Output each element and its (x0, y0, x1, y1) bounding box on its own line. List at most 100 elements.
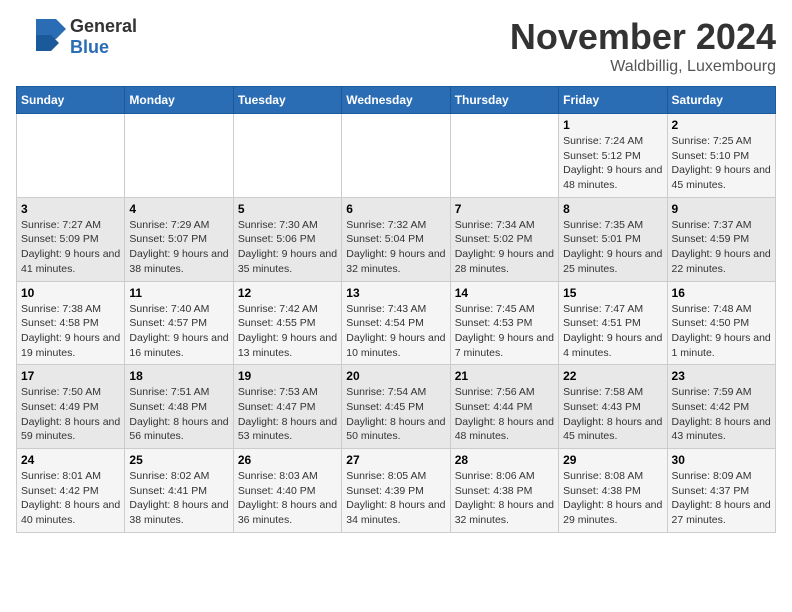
day-number: 30 (672, 453, 771, 467)
day-info: Sunrise: 7:48 AM Sunset: 4:50 PM Dayligh… (672, 302, 771, 361)
day-info: Sunrise: 7:45 AM Sunset: 4:53 PM Dayligh… (455, 302, 554, 361)
day-number: 5 (238, 202, 337, 216)
day-info: Sunrise: 7:32 AM Sunset: 5:04 PM Dayligh… (346, 218, 445, 277)
day-number: 8 (563, 202, 662, 216)
calendar-day: 19 Sunrise: 7:53 AM Sunset: 4:47 PM Dayli… (233, 365, 341, 449)
calendar-table: SundayMondayTuesdayWednesdayThursdayFrid… (16, 86, 776, 533)
calendar-day: 2 Sunrise: 7:25 AM Sunset: 5:10 PM Daylig… (667, 114, 775, 198)
day-info: Sunrise: 8:01 AM Sunset: 4:42 PM Dayligh… (21, 469, 120, 528)
day-info: Sunrise: 7:50 AM Sunset: 4:49 PM Dayligh… (21, 385, 120, 444)
logo-icon (16, 17, 66, 57)
day-info: Sunrise: 8:03 AM Sunset: 4:40 PM Dayligh… (238, 469, 337, 528)
day-info: Sunrise: 7:58 AM Sunset: 4:43 PM Dayligh… (563, 385, 662, 444)
calendar-week-3: 10 Sunrise: 7:38 AM Sunset: 4:58 PM Dayli… (17, 281, 776, 365)
calendar-day: 27 Sunrise: 8:05 AM Sunset: 4:39 PM Dayli… (342, 449, 450, 533)
day-info: Sunrise: 7:54 AM Sunset: 4:45 PM Dayligh… (346, 385, 445, 444)
calendar-week-5: 24 Sunrise: 8:01 AM Sunset: 4:42 PM Dayli… (17, 449, 776, 533)
calendar-day: 16Sunrise: 7:48 AM Sunset: 4:50 PM Dayli… (667, 281, 775, 365)
day-number: 23 (672, 369, 771, 383)
logo: GeneralBlue (16, 16, 137, 58)
calendar-day (450, 114, 558, 198)
day-number: 14 (455, 286, 554, 300)
day-number: 28 (455, 453, 554, 467)
day-number: 1 (563, 118, 662, 132)
column-header-saturday: Saturday (667, 87, 775, 114)
column-header-friday: Friday (559, 87, 667, 114)
day-number: 12 (238, 286, 337, 300)
calendar-day: 3 Sunrise: 7:27 AM Sunset: 5:09 PM Daylig… (17, 197, 125, 281)
day-number: 6 (346, 202, 445, 216)
day-info: Sunrise: 7:53 AM Sunset: 4:47 PM Dayligh… (238, 385, 337, 444)
column-header-thursday: Thursday (450, 87, 558, 114)
day-number: 4 (129, 202, 228, 216)
page-header: GeneralBlue November 2024 Waldbillig, Lu… (16, 16, 776, 76)
calendar-title-area: November 2024 Waldbillig, Luxembourg (510, 16, 776, 76)
day-number: 7 (455, 202, 554, 216)
day-info: Sunrise: 7:47 AM Sunset: 4:51 PM Dayligh… (563, 302, 662, 361)
day-number: 19 (238, 369, 337, 383)
day-info: Sunrise: 7:29 AM Sunset: 5:07 PM Dayligh… (129, 218, 228, 277)
day-info: Sunrise: 7:43 AM Sunset: 4:54 PM Dayligh… (346, 302, 445, 361)
day-info: Sunrise: 8:06 AM Sunset: 4:38 PM Dayligh… (455, 469, 554, 528)
day-info: Sunrise: 8:09 AM Sunset: 4:37 PM Dayligh… (672, 469, 771, 528)
calendar-day: 8 Sunrise: 7:35 AM Sunset: 5:01 PM Daylig… (559, 197, 667, 281)
calendar-day: 10 Sunrise: 7:38 AM Sunset: 4:58 PM Dayli… (17, 281, 125, 365)
calendar-day: 28 Sunrise: 8:06 AM Sunset: 4:38 PM Dayli… (450, 449, 558, 533)
logo-blue: Blue (70, 37, 109, 57)
calendar-day (125, 114, 233, 198)
calendar-day: 21 Sunrise: 7:56 AM Sunset: 4:44 PM Dayli… (450, 365, 558, 449)
calendar-day: 7 Sunrise: 7:34 AM Sunset: 5:02 PM Daylig… (450, 197, 558, 281)
day-number: 29 (563, 453, 662, 467)
calendar-day: 29 Sunrise: 8:08 AM Sunset: 4:38 PM Dayli… (559, 449, 667, 533)
month-year-title: November 2024 (510, 16, 776, 58)
logo-general: General (70, 16, 137, 36)
day-number: 26 (238, 453, 337, 467)
calendar-day: 11Sunrise: 7:40 AM Sunset: 4:57 PM Dayli… (125, 281, 233, 365)
day-number: 10 (21, 286, 120, 300)
calendar-day: 6 Sunrise: 7:32 AM Sunset: 5:04 PM Daylig… (342, 197, 450, 281)
day-info: Sunrise: 7:30 AM Sunset: 5:06 PM Dayligh… (238, 218, 337, 277)
day-info: Sunrise: 7:42 AM Sunset: 4:55 PM Dayligh… (238, 302, 337, 361)
day-number: 2 (672, 118, 771, 132)
day-number: 24 (21, 453, 120, 467)
day-info: Sunrise: 7:56 AM Sunset: 4:44 PM Dayligh… (455, 385, 554, 444)
day-number: 9 (672, 202, 771, 216)
day-info: Sunrise: 8:05 AM Sunset: 4:39 PM Dayligh… (346, 469, 445, 528)
day-info: Sunrise: 7:27 AM Sunset: 5:09 PM Dayligh… (21, 218, 120, 277)
day-number: 21 (455, 369, 554, 383)
calendar-day: 13Sunrise: 7:43 AM Sunset: 4:54 PM Dayli… (342, 281, 450, 365)
day-info: Sunrise: 8:08 AM Sunset: 4:38 PM Dayligh… (563, 469, 662, 528)
calendar-day: 24 Sunrise: 8:01 AM Sunset: 4:42 PM Dayli… (17, 449, 125, 533)
day-info: Sunrise: 7:38 AM Sunset: 4:58 PM Dayligh… (21, 302, 120, 361)
calendar-day: 18 Sunrise: 7:51 AM Sunset: 4:48 PM Dayli… (125, 365, 233, 449)
calendar-day: 5 Sunrise: 7:30 AM Sunset: 5:06 PM Daylig… (233, 197, 341, 281)
day-number: 25 (129, 453, 228, 467)
calendar-day (17, 114, 125, 198)
calendar-week-1: 1 Sunrise: 7:24 AM Sunset: 5:12 PM Daylig… (17, 114, 776, 198)
column-header-monday: Monday (125, 87, 233, 114)
day-info: Sunrise: 7:25 AM Sunset: 5:10 PM Dayligh… (672, 134, 771, 193)
calendar-day: 30 Sunrise: 8:09 AM Sunset: 4:37 PM Dayli… (667, 449, 775, 533)
calendar-day: 12 Sunrise: 7:42 AM Sunset: 4:55 PM Dayli… (233, 281, 341, 365)
day-number: 27 (346, 453, 445, 467)
day-info: Sunrise: 7:24 AM Sunset: 5:12 PM Dayligh… (563, 134, 662, 193)
day-number: 17 (21, 369, 120, 383)
day-info: Sunrise: 7:35 AM Sunset: 5:01 PM Dayligh… (563, 218, 662, 277)
day-info: Sunrise: 8:02 AM Sunset: 4:41 PM Dayligh… (129, 469, 228, 528)
calendar-day: 20 Sunrise: 7:54 AM Sunset: 4:45 PM Dayli… (342, 365, 450, 449)
day-info: Sunrise: 7:51 AM Sunset: 4:48 PM Dayligh… (129, 385, 228, 444)
calendar-day: 9Sunrise: 7:37 AM Sunset: 4:59 PM Daylig… (667, 197, 775, 281)
day-number: 20 (346, 369, 445, 383)
calendar-day: 4 Sunrise: 7:29 AM Sunset: 5:07 PM Daylig… (125, 197, 233, 281)
calendar-day (233, 114, 341, 198)
calendar-day: 25 Sunrise: 8:02 AM Sunset: 4:41 PM Dayli… (125, 449, 233, 533)
day-info: Sunrise: 7:40 AM Sunset: 4:57 PM Dayligh… (129, 302, 228, 361)
day-number: 18 (129, 369, 228, 383)
column-header-sunday: Sunday (17, 87, 125, 114)
day-number: 3 (21, 202, 120, 216)
calendar-day: 15 Sunrise: 7:47 AM Sunset: 4:51 PM Dayli… (559, 281, 667, 365)
day-number: 22 (563, 369, 662, 383)
day-info: Sunrise: 7:34 AM Sunset: 5:02 PM Dayligh… (455, 218, 554, 277)
day-number: 15 (563, 286, 662, 300)
column-header-tuesday: Tuesday (233, 87, 341, 114)
